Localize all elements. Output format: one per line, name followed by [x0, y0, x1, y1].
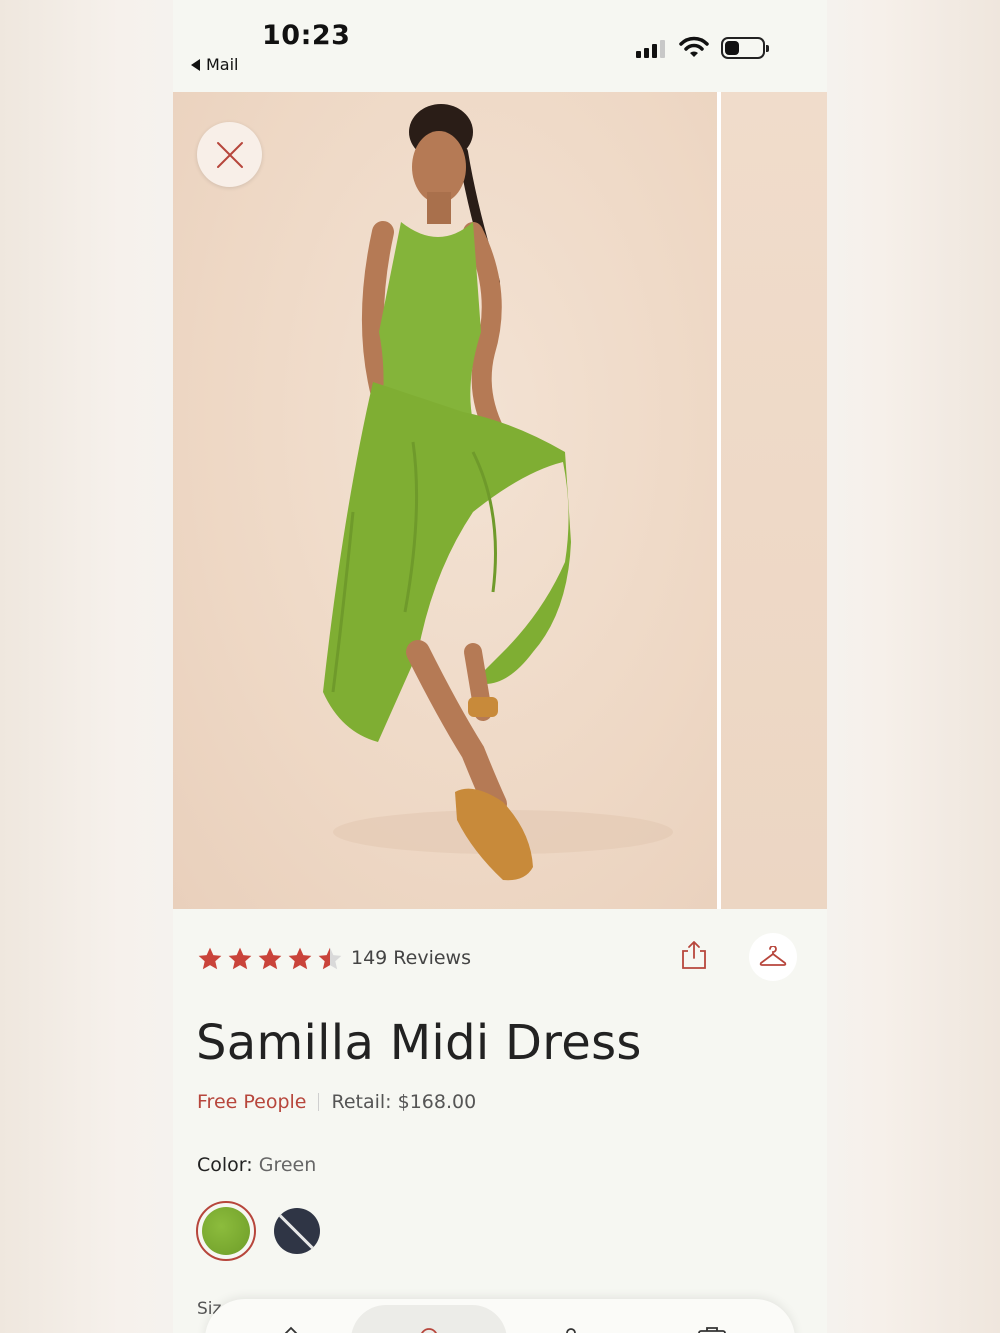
divider — [318, 1093, 320, 1111]
swatch-green-fill — [202, 1207, 250, 1255]
star-full-icon — [198, 947, 222, 970]
status-time: 10:23 — [262, 20, 351, 51]
retail-price: Retail: $168.00 — [331, 1091, 477, 1113]
back-mail-label: Mail — [206, 55, 239, 74]
profile-icon[interactable] — [561, 1325, 581, 1333]
search-icon[interactable] — [419, 1325, 439, 1333]
home-icon[interactable] — [281, 1325, 301, 1333]
color-value: Green — [258, 1154, 317, 1176]
add-to-closet-button[interactable] — [749, 933, 797, 981]
star-full-icon — [228, 947, 252, 970]
product-info: 149 Reviews Samilla Midi Dress Free Peop… — [173, 909, 827, 1333]
share-button[interactable] — [679, 939, 713, 975]
star-full-icon — [258, 947, 282, 970]
swatch-navy-unavailable[interactable] — [274, 1208, 320, 1254]
model-in-green-midi-dress-photo[interactable] — [173, 92, 717, 909]
model-illustration — [323, 104, 673, 881]
bag-icon[interactable] — [697, 1325, 727, 1333]
app-screen: 10:23 Mail 149 Reviews Samilla Midi Dres… — [173, 0, 827, 1333]
swatch-green[interactable] — [196, 1201, 256, 1261]
close-icon — [216, 141, 243, 168]
color-label: Color: — [197, 1154, 253, 1176]
star-full-icon — [288, 947, 312, 970]
close-button[interactable] — [197, 122, 262, 187]
back-triangle-icon — [191, 58, 200, 71]
rating-stars[interactable] — [197, 946, 343, 972]
brand-link[interactable]: Free People — [197, 1091, 306, 1113]
battery-icon — [721, 37, 769, 59]
product-title: Samilla Midi Dress — [196, 1015, 642, 1071]
brand-price-row: Free People Retail: $168.00 — [197, 1091, 476, 1113]
product-image-gallery[interactable] — [173, 92, 827, 909]
bottom-nav-bar — [205, 1299, 795, 1333]
hanger-icon — [759, 946, 787, 966]
back-to-mail-link[interactable]: Mail — [191, 55, 239, 74]
cellular-signal-icon — [636, 38, 665, 58]
next-product-photo-peek[interactable] — [721, 92, 827, 909]
color-row: Color: Green — [197, 1154, 316, 1176]
share-icon — [682, 941, 706, 969]
color-swatches — [196, 1201, 320, 1261]
status-bar: 10:23 Mail — [173, 0, 827, 92]
reviews-count-link[interactable]: 149 Reviews — [351, 947, 471, 969]
wifi-icon — [679, 36, 709, 57]
star-half-icon — [318, 947, 342, 970]
